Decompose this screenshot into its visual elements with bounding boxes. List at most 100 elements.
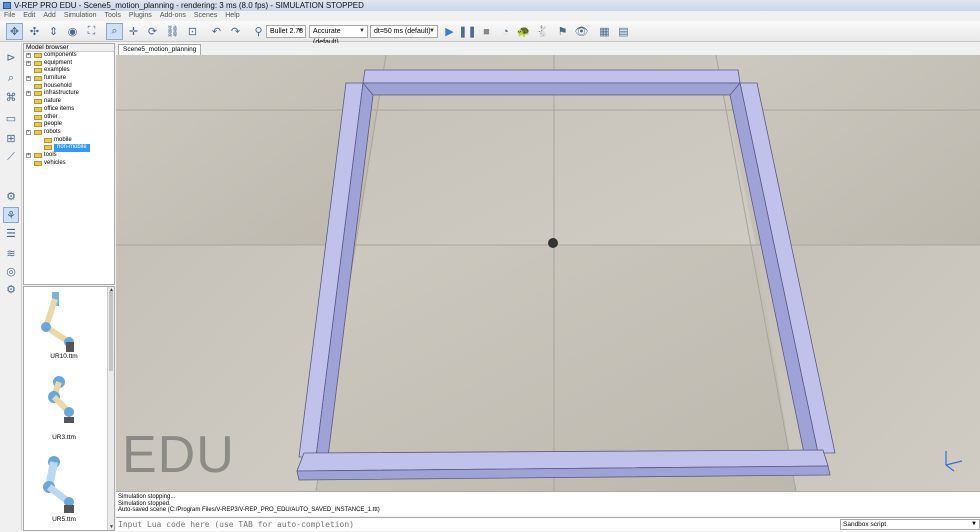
pause-icon[interactable]: ❚❚ [458,23,476,40]
ur5-robot-image[interactable] [43,456,74,513]
folder-icon [34,76,42,82]
expand-icon[interactable]: + [26,76,31,82]
model-browser-icon[interactable]: ⌕ [3,70,19,86]
menu-plugins[interactable]: Plugins [125,11,156,21]
folder-icon [34,106,42,112]
tree-item[interactable]: examples [24,67,114,75]
tab-scene[interactable]: Scene5_motion_planning [118,44,202,55]
scene-viewport[interactable]: EDU [116,55,980,491]
camera-zoom-icon[interactable]: ◉ [64,23,81,40]
script-select[interactable]: Sandbox script ▼ [840,519,980,530]
scroll-thumb[interactable] [109,291,113,371]
page-icon[interactable]: ▦ [596,23,613,40]
faster-icon[interactable]: 🐇 [534,23,551,40]
assemble-icon[interactable]: ⛓ [164,23,181,40]
slower-icon[interactable]: 🐢 [515,23,532,40]
thumbnails-scrollbar[interactable]: ▲ ▼ [107,287,114,530]
tree-item[interactable]: + tools [24,152,114,160]
dynamics-icon[interactable]: ⚲ [250,23,267,40]
thumbnail-label[interactable]: UR5.ttm [24,516,104,523]
expand-icon[interactable]: + [26,60,31,66]
menu-tools[interactable]: Tools [101,11,125,21]
accuracy-select[interactable]: Accurate (default)▼ [309,25,368,46]
page-selector-icon[interactable]: ▤ [615,23,632,40]
user-settings-icon[interactable]: ⚙ [3,281,19,297]
tree-item-label: other [44,113,58,120]
play-icon[interactable]: ▶ [441,23,458,40]
expand-icon[interactable]: + [26,152,31,158]
select-icon[interactable]: ⌕ [106,23,123,40]
tree-item[interactable]: nature [24,98,114,106]
tree-item[interactable]: non-mobile [24,144,114,152]
video-icon[interactable]: ◎ [3,263,19,279]
tree-item-label: infrastructure [44,90,80,97]
console-line: Auto-saved scene (C:/Program Files/V-REP… [118,507,380,513]
tree-item[interactable]: + equipment [24,60,114,68]
tree-item[interactable]: + infrastructure [24,90,114,98]
robot-thumbnails [41,292,74,513]
robot-object[interactable] [548,238,558,248]
path-edit-icon[interactable]: ⚘ [3,207,19,223]
menu-add-ons[interactable]: Add-ons [156,11,190,21]
thumbnail-label[interactable]: UR10.ttm [24,353,104,360]
scripts-icon[interactable]: ⟋ [3,149,19,165]
ur10-robot-image[interactable] [41,292,74,352]
folder-icon [34,129,42,135]
object-properties-icon[interactable]: ⌘ [3,89,19,105]
redo-icon[interactable]: ↷ [227,23,244,40]
collections-icon[interactable]: ⊞ [3,130,19,146]
tree-item[interactable]: vehicles [24,160,114,168]
scroll-down-icon[interactable]: ▼ [108,524,115,530]
tree-item[interactable]: people [24,121,114,129]
calculation-module-icon[interactable]: ▭ [3,110,19,126]
ur3-robot-image[interactable] [48,376,74,423]
layers-icon[interactable]: ≋ [3,245,19,261]
folder-icon [34,114,42,120]
lua-command-input[interactable] [118,519,836,530]
menu-edit[interactable]: Edit [19,11,39,21]
camera-pan-icon[interactable]: ✥ [6,23,23,40]
menu-file[interactable]: File [0,11,19,21]
tree-item-label: office items [44,105,75,112]
menu-scenes[interactable]: Scenes [190,11,221,21]
expand-icon[interactable]: + [26,53,31,58]
model-browser-panel: Model browser + components + equipment examp… [23,43,115,285]
folder-icon [44,145,52,151]
realtime-icon[interactable]: ◔ [497,23,514,40]
tree-item[interactable]: other [24,114,114,122]
menu-help[interactable]: Help [221,11,243,21]
stop-icon[interactable]: ■ [478,23,495,40]
scene-hierarchy-icon[interactable]: ⊳ [3,49,19,65]
folder-icon [44,137,52,143]
model-browser-title: Model browser [24,44,114,52]
camera-angle-icon[interactable]: ⊡ [184,23,201,40]
engine-select[interactable]: Bullet 2.78 ▼ [266,25,306,38]
folder-icon [34,160,42,166]
camera-fit-icon[interactable]: ⛶ [83,23,100,40]
expand-icon[interactable]: + [26,91,31,97]
tree-item[interactable]: - robots [24,129,114,137]
object-rotate-icon[interactable]: ⟳ [144,23,161,40]
undo-icon[interactable]: ↶ [208,23,225,40]
menu-add[interactable]: Add [39,11,59,21]
menu-simulation[interactable]: Simulation [60,11,101,21]
tree-item[interactable]: household [24,83,114,91]
object-shift-icon[interactable]: ✛ [125,23,142,40]
window-title-bar: V-REP PRO EDU - Scene5_motion_planning -… [0,0,980,11]
tree-item-label: furniture [44,75,67,82]
tree-item[interactable]: office items [24,106,114,114]
tree-item[interactable]: mobile [24,137,114,145]
camera-shift-icon[interactable]: ⇕ [45,23,62,40]
shape-edit-icon[interactable]: ⚙ [3,188,19,204]
main-toolbar: ✥ ✣ ⇕ ◉ ⛶ ⌕ ✛ ⟳ ⛓ ⊡ ↶ ↷ ⚲ Bullet 2.78 ▼ A… [0,21,980,46]
collapse-icon[interactable]: - [26,129,31,135]
dt-select[interactable]: dt=50 ms (default) ▼ [370,25,438,38]
selection-icon[interactable]: ☰ [3,225,19,241]
thumbnail-label[interactable]: UR3.ttm [24,434,104,441]
visualization-icon[interactable]: 👁 [573,23,590,40]
camera-rotate-icon[interactable]: ✣ [26,23,43,40]
tree-item[interactable]: + components [24,52,114,60]
tree-item-label: robots [44,128,61,135]
thread-icon[interactable]: ⚑ [554,23,571,40]
tree-item[interactable]: + furniture [24,75,114,83]
